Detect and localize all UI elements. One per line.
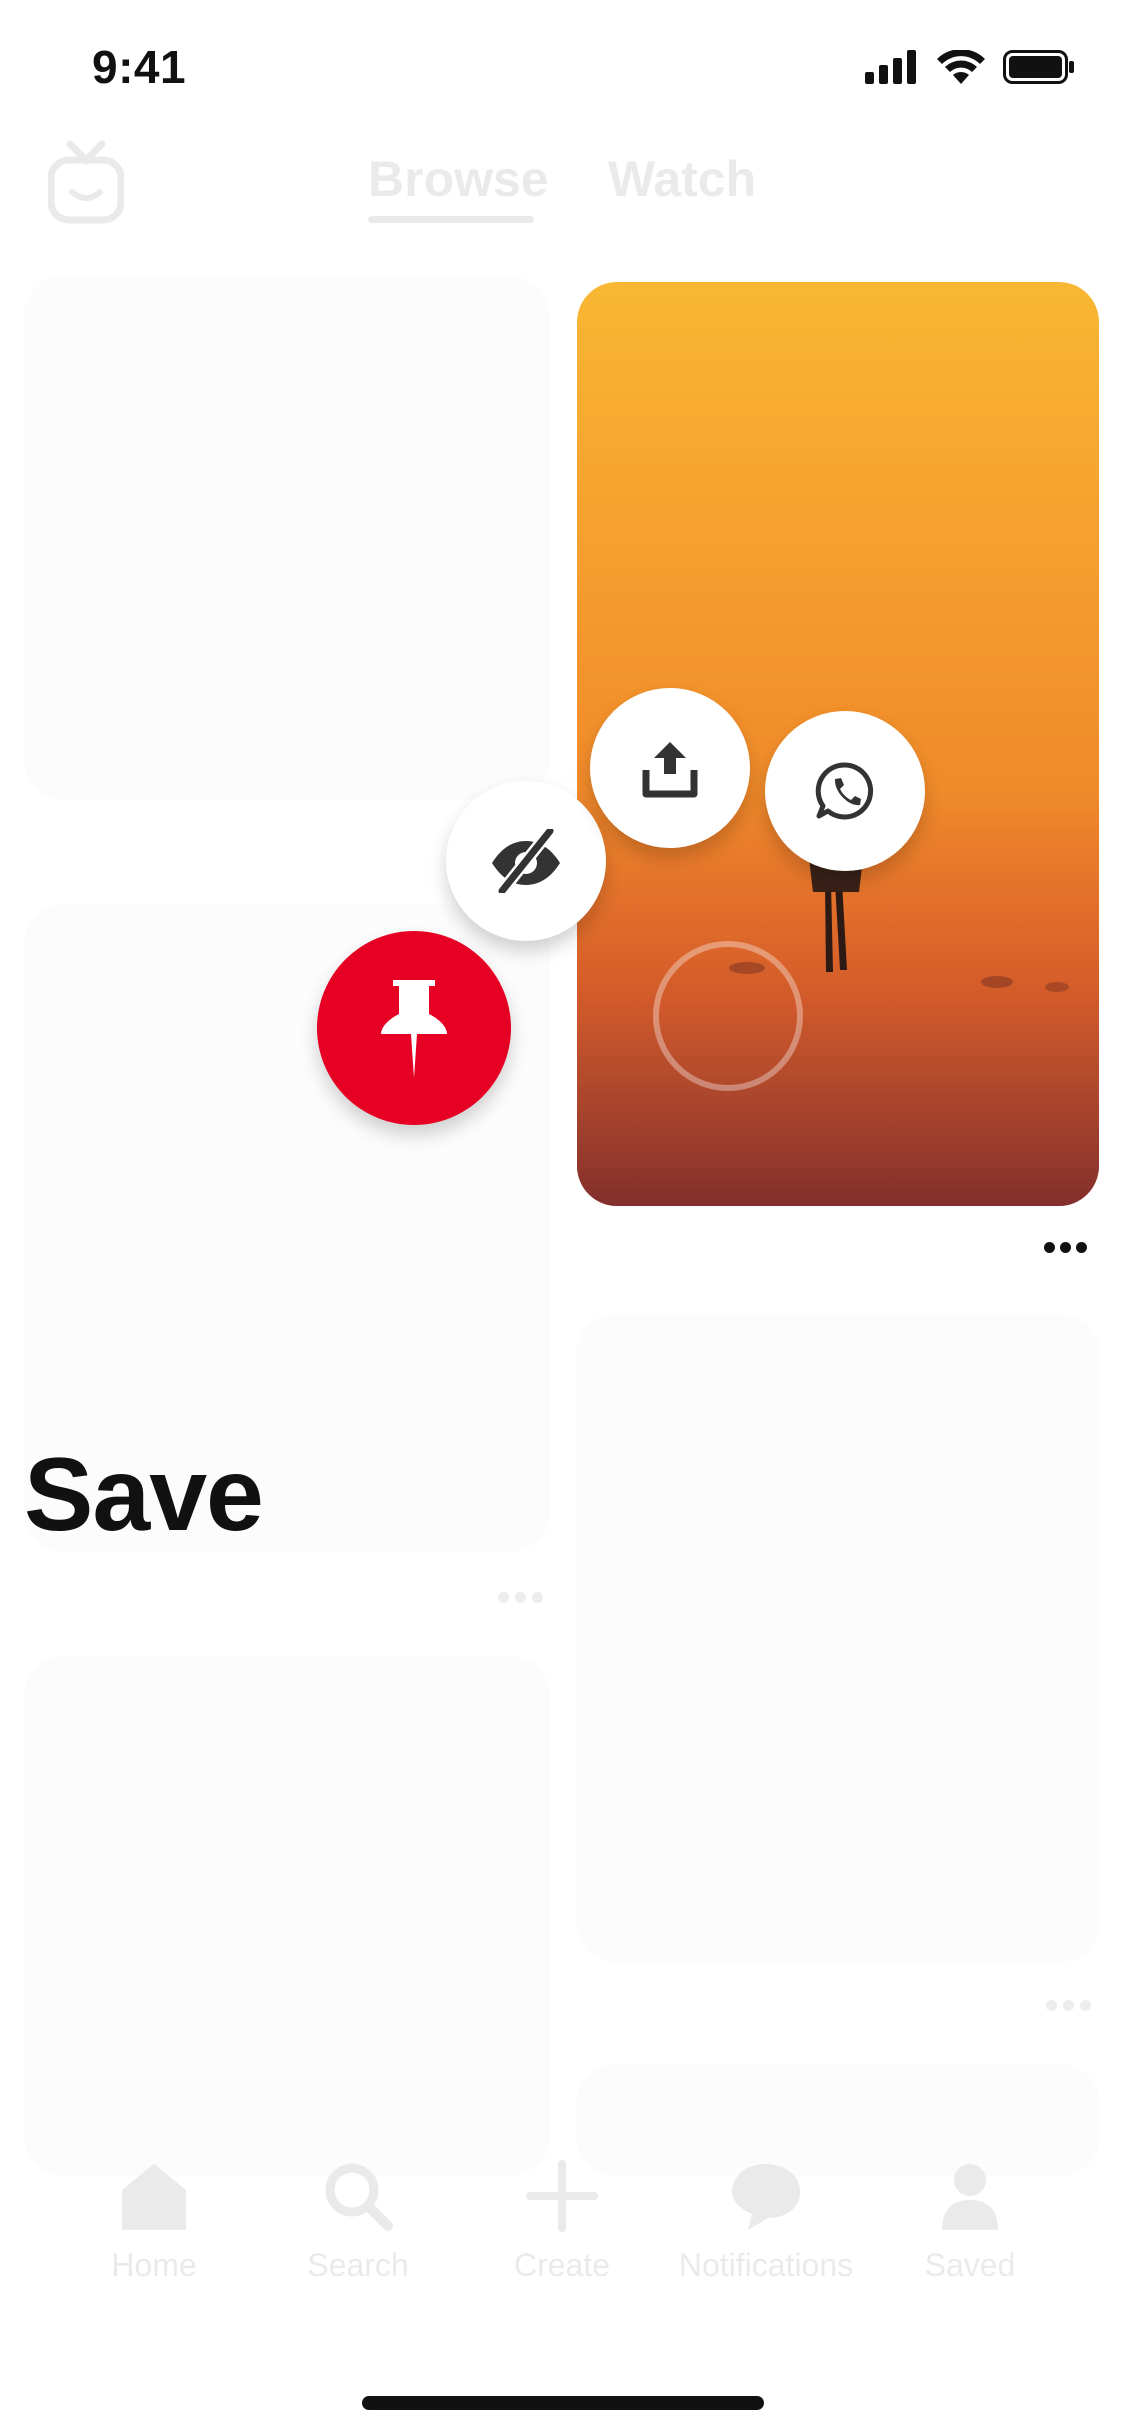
- person-icon: [942, 2164, 998, 2230]
- tabbar-label-create: Create: [513, 2247, 611, 2283]
- tab-active-underline: [368, 216, 534, 223]
- pin-card[interactable]: [576, 1314, 1100, 1962]
- tab-browse[interactable]: Browse: [368, 150, 549, 208]
- tabbar-item-create[interactable]: Create: [462, 2160, 662, 2284]
- tabbar-item-notifications[interactable]: Notifications: [666, 2160, 866, 2284]
- pin-icon: [381, 980, 447, 1078]
- whatsapp-icon: [815, 762, 874, 820]
- tabbar-label-search: Search: [307, 2247, 409, 2283]
- whatsapp-button[interactable]: [765, 711, 925, 871]
- tabbar-item-home[interactable]: Home: [54, 2160, 254, 2284]
- more-options-icon[interactable]: [498, 1592, 543, 1603]
- chat-bubble-icon: [732, 2164, 800, 2230]
- tabbar-item-saved[interactable]: Saved: [870, 2160, 1070, 2284]
- tabbar-label-notifications: Notifications: [678, 2247, 854, 2283]
- touch-indicator-ring: [653, 941, 803, 1091]
- pin-card[interactable]: [24, 276, 550, 800]
- share-upload-icon: [642, 742, 698, 798]
- wifi-icon: [937, 50, 985, 84]
- search-icon: [325, 2163, 393, 2231]
- tv-logo-icon: [48, 140, 124, 224]
- more-options-icon[interactable]: [1046, 2000, 1091, 2011]
- battery-icon: [1003, 50, 1074, 84]
- plus-icon: [526, 2160, 598, 2232]
- hide-button[interactable]: [446, 781, 606, 941]
- tabbar-label-home: Home: [111, 2247, 197, 2283]
- home-icon: [122, 2164, 186, 2230]
- tabbar-item-search[interactable]: Search: [258, 2160, 458, 2284]
- pin-card[interactable]: [24, 1656, 550, 2176]
- bottom-tab-bar: Home Search Create Notifications Saved: [0, 2160, 1125, 2300]
- status-bar: 9:41: [0, 0, 1125, 132]
- tabbar-label-saved: Saved: [924, 2247, 1016, 2283]
- save-button[interactable]: [317, 931, 511, 1125]
- eye-slash-icon: [492, 829, 560, 893]
- more-options-icon[interactable]: [1044, 1242, 1087, 1253]
- share-button[interactable]: [590, 688, 750, 848]
- signal-icon: [865, 50, 916, 84]
- action-label: Save: [24, 1437, 264, 1553]
- status-icons: [865, 50, 1075, 84]
- home-indicator[interactable]: [362, 2396, 764, 2410]
- status-time: 9:41: [92, 41, 187, 93]
- tab-watch[interactable]: Watch: [608, 150, 756, 208]
